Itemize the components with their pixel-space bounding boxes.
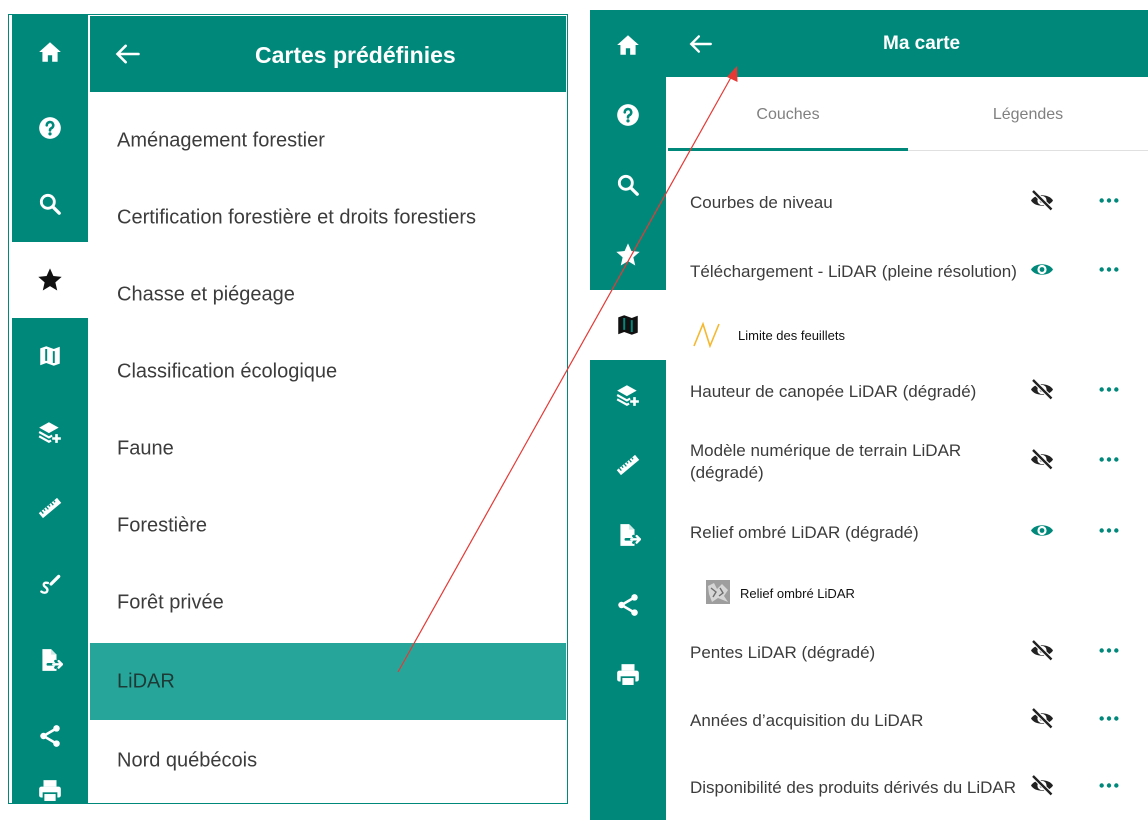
map-list-item[interactable]: Aménagement forestier <box>90 102 566 179</box>
layer-name: Disponibilité des produits dérivés du Li… <box>690 778 1016 797</box>
map-list-item-selected[interactable]: LiDAR <box>90 643 566 720</box>
map-list-item-label: LiDAR <box>117 670 175 692</box>
map-list-item[interactable]: Forestière <box>90 487 566 564</box>
print-icon[interactable] <box>12 774 88 804</box>
more-options-icon[interactable] <box>1098 259 1120 286</box>
layer-row: Téléchargement - LiDAR (pleine résolutio… <box>666 246 1148 298</box>
layer-name: Modèle numérique de terrain LiDAR (dégra… <box>690 441 962 482</box>
map-list-item-label: Aménagement forestier <box>117 129 325 151</box>
add-layer-icon[interactable] <box>12 394 88 470</box>
legend-label: Limite des feuillets <box>738 328 845 343</box>
map-list-item[interactable]: Forêt privée <box>90 564 566 641</box>
layer-name: Téléchargement - LiDAR (pleine résolutio… <box>690 262 1017 281</box>
tab-label: Couches <box>756 106 820 123</box>
layer-row: Disponibilité des produits dérivés du Li… <box>666 762 1148 814</box>
tab-label: Légendes <box>992 106 1064 123</box>
eye-off-icon[interactable] <box>1030 639 1054 668</box>
map-list-item[interactable]: Chasse et piégeage <box>90 256 566 333</box>
layer-row: Hauteur de canopée LiDAR (dégradé) <box>666 366 1148 418</box>
map-list-item[interactable]: Nord québécois <box>90 722 566 799</box>
search-icon[interactable] <box>590 150 666 220</box>
map-icon[interactable] <box>12 318 88 394</box>
print-icon[interactable] <box>590 640 666 710</box>
more-options-icon[interactable] <box>1098 190 1120 217</box>
left-toolbar <box>12 14 88 804</box>
active-tab-indicator <box>668 148 908 151</box>
more-options-icon[interactable] <box>1098 640 1120 667</box>
map-list-item-label: Certification forestière et droits fores… <box>117 206 477 228</box>
ruler-icon[interactable] <box>590 430 666 500</box>
tab-layers[interactable]: Couches <box>668 80 908 150</box>
layer-name: Pentes LiDAR (dégradé) <box>690 643 876 662</box>
ruler-icon[interactable] <box>12 470 88 546</box>
page-title: Ma carte <box>883 33 961 54</box>
more-options-icon[interactable] <box>1098 449 1120 476</box>
layer-name: Relief ombré LiDAR (dégradé) <box>690 523 919 542</box>
layer-name: Courbes de niveau <box>690 193 833 212</box>
legend-label: Relief ombré LiDAR <box>740 586 855 601</box>
add-layer-icon[interactable] <box>590 360 666 430</box>
map-list-item[interactable]: Faune <box>90 410 566 487</box>
map-list-item-label: Chasse et piégeage <box>117 283 295 305</box>
more-options-icon[interactable] <box>1098 775 1120 802</box>
eye-off-icon[interactable] <box>1030 189 1054 218</box>
share-icon[interactable] <box>12 698 88 774</box>
help-icon[interactable] <box>12 90 88 166</box>
star-icon[interactable] <box>590 220 666 290</box>
layer-row: Relief ombré LiDAR (dégradé) <box>666 510 1148 556</box>
map-list-item-label: Nord québécois <box>117 749 258 771</box>
more-options-icon[interactable] <box>1098 379 1120 406</box>
help-icon[interactable] <box>590 80 666 150</box>
home-icon[interactable] <box>12 14 88 90</box>
left-toolbar <box>590 10 666 820</box>
map-list-item-label: Forestière <box>117 514 208 536</box>
panel-header: Ma carte <box>666 10 1148 77</box>
eye-icon[interactable] <box>1030 519 1054 548</box>
page-title: Cartes prédéfinies <box>255 42 456 68</box>
layer-row: Années d’acquisition du LiDAR <box>666 698 1148 744</box>
layer-name: Années d’acquisition du LiDAR <box>690 711 924 730</box>
map-list-item-label: Classification écologique <box>117 360 338 382</box>
sheet-boundary-legend-icon <box>693 321 720 348</box>
draw-icon[interactable] <box>12 546 88 622</box>
map-list-item[interactable]: Classification écologique <box>90 333 566 410</box>
panel-header: Cartes prédéfinies <box>90 16 566 92</box>
export-icon[interactable] <box>12 622 88 698</box>
layer-row: Courbes de niveau <box>666 180 1148 226</box>
hillshade-legend-icon <box>706 580 730 604</box>
back-arrow-icon[interactable] <box>114 40 142 73</box>
star-icon[interactable] <box>12 242 88 318</box>
export-icon[interactable] <box>590 500 666 570</box>
more-options-icon[interactable] <box>1098 520 1120 547</box>
eye-off-icon[interactable] <box>1030 774 1054 803</box>
layer-name: Hauteur de canopée LiDAR (dégradé) <box>690 382 977 401</box>
eye-icon[interactable] <box>1030 258 1054 287</box>
eye-off-icon[interactable] <box>1030 448 1054 477</box>
tab-legends[interactable]: Légendes <box>908 80 1148 150</box>
search-icon[interactable] <box>12 166 88 242</box>
eye-off-icon[interactable] <box>1030 378 1054 407</box>
home-icon[interactable] <box>590 10 666 80</box>
share-icon[interactable] <box>590 570 666 640</box>
eye-off-icon[interactable] <box>1030 707 1054 736</box>
layer-row: Modèle numérique de terrain LiDAR (dégra… <box>666 436 1148 488</box>
more-options-icon[interactable] <box>1098 708 1120 735</box>
map-list-item-label: Faune <box>117 437 174 459</box>
back-arrow-icon[interactable] <box>688 31 714 62</box>
map-list-item[interactable]: Certification forestière et droits fores… <box>90 179 566 256</box>
layer-row: Pentes LiDAR (dégradé) <box>666 630 1148 676</box>
map-list-item-label: Forêt privée <box>117 591 224 613</box>
map-icon[interactable] <box>590 290 666 360</box>
